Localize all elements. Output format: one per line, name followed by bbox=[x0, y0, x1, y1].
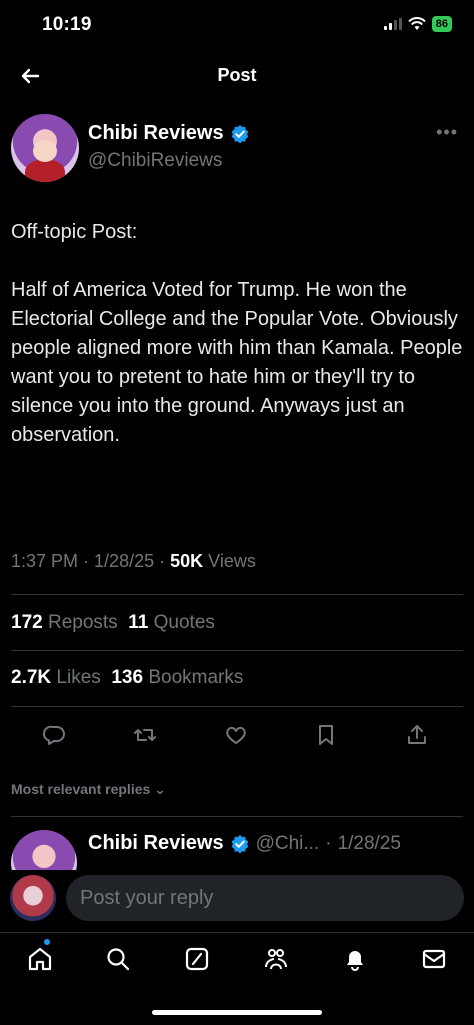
user-avatar[interactable] bbox=[10, 875, 56, 921]
likes-count: 2.7K bbox=[11, 667, 52, 688]
post-meta: 1:37 PM · 1/28/25 · 50K Views bbox=[11, 551, 256, 571]
status-bar: 10:19 86 bbox=[0, 0, 474, 50]
reply-author-handle[interactable]: @Chi... bbox=[256, 833, 320, 855]
bookmarks-count: 136 bbox=[111, 667, 144, 688]
divider bbox=[11, 816, 463, 817]
communities-icon[interactable] bbox=[262, 945, 290, 973]
grok-icon[interactable] bbox=[183, 945, 211, 973]
post-paragraph: Off-topic Post: bbox=[11, 221, 138, 243]
avatar[interactable] bbox=[11, 114, 79, 182]
status-time: 10:19 bbox=[42, 14, 92, 35]
reposts-label: Reposts bbox=[47, 612, 118, 633]
reply-icon[interactable] bbox=[42, 722, 68, 748]
notifications-icon[interactable] bbox=[341, 945, 369, 973]
share-icon[interactable] bbox=[404, 722, 430, 748]
bottom-tab-bar bbox=[0, 932, 474, 986]
repost-icon[interactable] bbox=[132, 722, 158, 748]
divider bbox=[11, 594, 463, 595]
views-count: 50K bbox=[170, 551, 204, 571]
like-icon[interactable] bbox=[223, 722, 249, 748]
verified-icon bbox=[231, 124, 248, 143]
verified-icon bbox=[231, 834, 248, 853]
divider bbox=[11, 650, 463, 651]
reply-date: 1/28/25 bbox=[337, 832, 401, 854]
quotes-label: Quotes bbox=[153, 612, 215, 633]
reply-preview[interactable]: Chibi Reviews @Chi... · 1/28/25 bbox=[0, 820, 474, 870]
post-text: Off-topic Post: Half of America Voted fo… bbox=[11, 218, 463, 450]
reply-composer bbox=[0, 870, 474, 930]
search-icon[interactable] bbox=[104, 945, 132, 973]
chevron-down-icon: ⌄ bbox=[154, 781, 166, 797]
reply-sort-label: Most relevant replies bbox=[11, 781, 151, 797]
post-time[interactable]: 1:37 PM bbox=[11, 551, 78, 571]
page-title: Post bbox=[217, 65, 257, 85]
reply-author-name[interactable]: Chibi Reviews bbox=[88, 832, 224, 855]
post-paragraph: Half of America Voted for Trump. He won … bbox=[11, 279, 463, 446]
divider bbox=[11, 706, 463, 707]
reply-author: Chibi Reviews @Chi... · 1/28/25 bbox=[88, 832, 401, 855]
reposts-link[interactable]: 172 Reposts bbox=[11, 612, 118, 633]
post-actions bbox=[0, 722, 474, 752]
more-icon[interactable]: ••• bbox=[436, 122, 458, 143]
post-header: Chibi Reviews @ChibiReviews ••• bbox=[0, 112, 474, 192]
status-icons: 86 bbox=[383, 16, 452, 32]
author-handle[interactable]: @ChibiReviews bbox=[88, 150, 222, 172]
reply-input[interactable] bbox=[66, 875, 464, 921]
reply-sort-selector[interactable]: Most relevant replies ⌄ bbox=[11, 781, 166, 798]
bookmark-icon[interactable] bbox=[313, 722, 339, 748]
bookmarks-link[interactable]: 136 Bookmarks bbox=[111, 667, 243, 688]
reposts-count: 172 bbox=[11, 612, 43, 633]
home-indicator bbox=[152, 1010, 322, 1015]
nav-bar: Post bbox=[0, 50, 474, 102]
author-name-text[interactable]: Chibi Reviews bbox=[88, 122, 224, 145]
home-icon[interactable] bbox=[26, 945, 54, 973]
post-date[interactable]: 1/28/25 bbox=[94, 551, 154, 571]
quotes-link[interactable]: 11 Quotes bbox=[128, 612, 215, 633]
quotes-count: 11 bbox=[128, 612, 149, 633]
repost-stats: 172 Reposts 11 Quotes bbox=[11, 612, 215, 634]
like-stats: 2.7K Likes 136 Bookmarks bbox=[11, 667, 243, 689]
reply-date-separator: · bbox=[325, 832, 332, 854]
battery-icon: 86 bbox=[431, 16, 452, 32]
reply-avatar[interactable] bbox=[11, 830, 77, 870]
bookmarks-label: Bookmarks bbox=[148, 667, 244, 688]
home-notification-dot bbox=[44, 939, 50, 945]
signal-icon bbox=[383, 18, 402, 30]
views-label: Views bbox=[208, 551, 256, 571]
likes-link[interactable]: 2.7K Likes bbox=[11, 667, 101, 688]
author-name[interactable]: Chibi Reviews bbox=[88, 122, 250, 145]
wifi-icon bbox=[408, 17, 426, 30]
messages-icon[interactable] bbox=[420, 945, 448, 973]
likes-label: Likes bbox=[56, 667, 101, 688]
